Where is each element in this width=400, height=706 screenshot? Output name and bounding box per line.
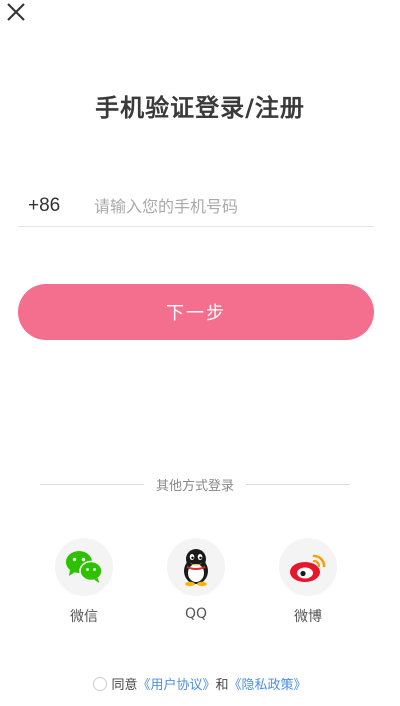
phone-input[interactable] — [86, 196, 374, 216]
weibo-label: 微博 — [294, 609, 322, 625]
qq-label: QQ — [184, 606, 208, 622]
weibo-icon — [290, 554, 326, 582]
and-text: 和 — [215, 678, 229, 693]
wechat-login-button[interactable]: 微信 — [44, 538, 124, 626]
phone-row: +86 — [18, 186, 374, 227]
other-login-divider: 其他方式登录 — [40, 474, 351, 494]
agreement-row: 同意 《用户协议》 和 《隐私政策》 — [0, 674, 400, 693]
divider-line-left — [40, 483, 144, 485]
close-icon — [7, 3, 25, 21]
weibo-login-button[interactable]: 微博 — [268, 538, 348, 626]
close-button[interactable] — [4, 0, 28, 24]
user-agreement-link[interactable]: 《用户协议》 — [137, 674, 215, 693]
wechat-label: 微信 — [70, 609, 98, 625]
weibo-icon-circle — [279, 538, 337, 596]
wechat-icon — [66, 551, 103, 583]
page-title: 手机验证登录/注册 — [95, 94, 305, 122]
qq-icon — [184, 549, 208, 587]
qq-icon-circle — [167, 538, 225, 596]
country-code[interactable]: +86 — [18, 195, 86, 217]
other-login-title: 其他方式登录 — [156, 478, 235, 494]
agree-text: 同意 — [111, 678, 138, 693]
next-button[interactable]: 下一步 — [18, 284, 374, 340]
agree-radio[interactable] — [93, 676, 108, 691]
wechat-icon-circle — [55, 538, 113, 596]
qq-login-button[interactable]: QQ — [156, 538, 236, 622]
privacy-policy-link[interactable]: 《隐私政策》 — [229, 674, 307, 693]
divider-line-right — [246, 483, 351, 485]
